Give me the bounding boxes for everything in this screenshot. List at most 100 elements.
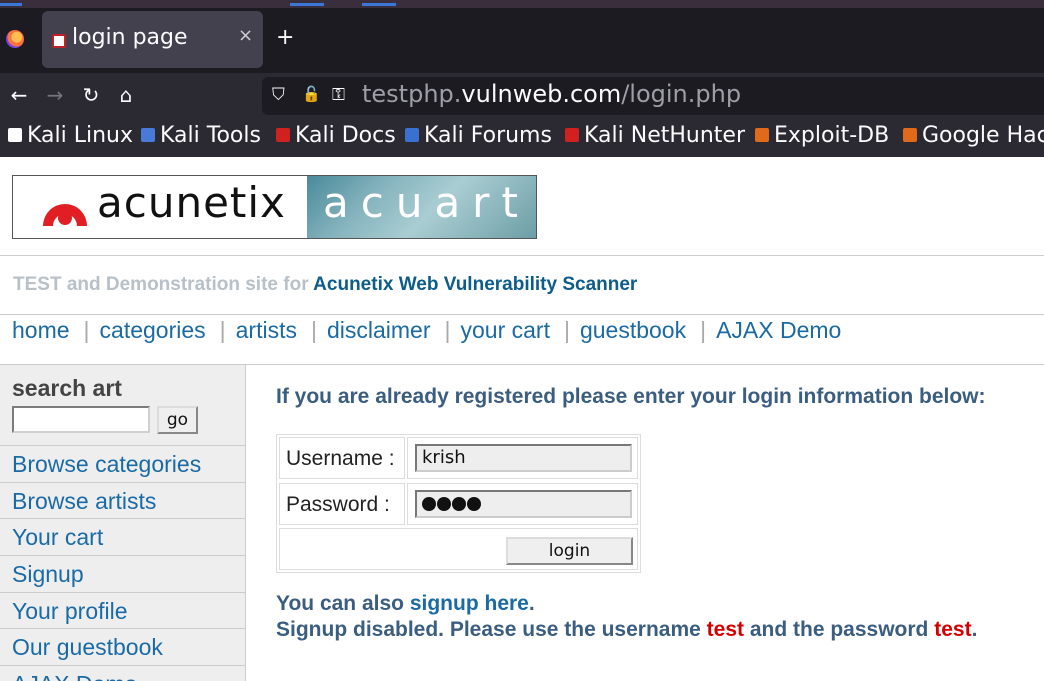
- browser-tab-bar: login page × +: [0, 8, 1044, 73]
- bookmark-label: Kali Tools: [160, 123, 261, 148]
- menu-separator: |: [219, 317, 226, 343]
- note-text: .: [971, 618, 978, 641]
- url-path: /login.php: [621, 80, 742, 108]
- forward-button[interactable]: →: [40, 81, 70, 111]
- note-text: and the password: [744, 618, 935, 641]
- bookmark-kali-nethunter[interactable]: Kali NetHunter: [565, 123, 745, 148]
- menu-ajax-demo[interactable]: AJAX Demo: [716, 317, 841, 343]
- login-form: Username : krish Password : login: [276, 434, 641, 573]
- search-art-title: search art: [12, 375, 122, 401]
- password-label-cell: Password :: [279, 483, 405, 525]
- signup-disabled-note: Signup disabled. Please use the username…: [276, 618, 977, 642]
- bookmark-kali-forums[interactable]: Kali Forums: [405, 123, 552, 148]
- username-field[interactable]: krish: [415, 444, 632, 472]
- bookmark-label: Kali NetHunter: [584, 123, 745, 148]
- reload-button[interactable]: ↻: [76, 81, 106, 111]
- kali-forums-icon: [405, 128, 419, 142]
- login-button[interactable]: login: [506, 537, 633, 565]
- url-domain: vulnweb.com: [461, 80, 622, 108]
- search-input[interactable]: [12, 406, 150, 433]
- web-page: acunetix acuart TEST and Demonstration s…: [0, 157, 1044, 681]
- menu-disclaimer[interactable]: disclaimer: [327, 317, 431, 343]
- signup-note: You can also signup here.: [276, 592, 535, 616]
- kali-dragon-icon: [8, 128, 22, 142]
- menu-separator: |: [700, 317, 707, 343]
- address-bar[interactable]: ⛉ 🔓 ⚿ testphp.vulnweb.com/login.php: [262, 77, 1044, 115]
- password-dot: [467, 497, 481, 511]
- username-input-cell: krish: [407, 437, 638, 479]
- bookmark-kali-docs[interactable]: Kali Docs: [276, 123, 396, 148]
- insecure-lock-icon[interactable]: 🔓: [302, 85, 321, 103]
- back-button[interactable]: ←: [4, 81, 34, 111]
- browser-nav-bar: ← → ↻ ⌂ ⛉ 🔓 ⚿ testphp.vulnweb.com/login.…: [0, 73, 1044, 119]
- signup-note-prefix: You can also: [276, 592, 410, 615]
- desktop-top-strip: [0, 0, 1044, 8]
- top-menu: home | categories | artists | disclaimer | your …: [12, 317, 841, 344]
- taskbar-indicator: [0, 3, 22, 6]
- bookmark-exploit-db[interactable]: Exploit-DB: [755, 123, 889, 148]
- tab-login-page[interactable]: login page ×: [42, 11, 263, 68]
- sidebar-item-browse-categories[interactable]: Browse categories: [0, 445, 246, 481]
- new-tab-button[interactable]: +: [276, 25, 294, 50]
- sidebar-item-browse-artists[interactable]: Browse artists: [0, 482, 246, 518]
- sidebar-item-your-profile[interactable]: Your profile: [0, 592, 246, 628]
- acuart-logo: acuart: [307, 176, 536, 238]
- login-heading: If you are already registered please ent…: [276, 385, 986, 408]
- divider: [0, 314, 1044, 315]
- menu-categories[interactable]: categories: [100, 317, 206, 343]
- site-tagline: TEST and Demonstration site for Acunetix…: [13, 274, 637, 296]
- username-label-cell: Username :: [279, 437, 405, 479]
- acunetix-logo: acunetix: [13, 176, 307, 238]
- bookmark-kali-linux[interactable]: Kali Linux: [8, 123, 133, 148]
- home-button[interactable]: ⌂: [111, 81, 141, 111]
- menu-home[interactable]: home: [12, 317, 70, 343]
- menu-your-cart[interactable]: your cart: [460, 317, 549, 343]
- note-text: Signup disabled. Please use the username: [276, 618, 707, 641]
- go-button[interactable]: go: [157, 406, 198, 434]
- password-dot: [437, 497, 451, 511]
- bookmark-label: Google Hac: [922, 123, 1044, 148]
- sidebar-item-signup[interactable]: Signup: [0, 555, 246, 591]
- sidebar-item-ajax-demo[interactable]: AJAX Demo: [0, 665, 246, 681]
- bookmark-google-hacking[interactable]: Google Hac: [903, 123, 1044, 148]
- key-icon[interactable]: ⚿: [332, 85, 345, 105]
- url-text[interactable]: testphp.vulnweb.com/login.php: [362, 80, 741, 108]
- acunetix-favicon-icon: [52, 34, 66, 48]
- sidebar: search art go Browse categories Browse a…: [0, 365, 246, 681]
- password-field[interactable]: [415, 490, 632, 518]
- tagline-product-link[interactable]: Acunetix Web Vulnerability Scanner: [313, 274, 637, 295]
- bookmark-kali-tools[interactable]: Kali Tools: [141, 123, 261, 148]
- menu-guestbook[interactable]: guestbook: [580, 317, 686, 343]
- exploit-db-icon: [755, 128, 769, 142]
- menu-artists[interactable]: artists: [236, 317, 297, 343]
- close-icon[interactable]: ×: [238, 25, 253, 46]
- acunetix-logo-mark-icon: [43, 204, 87, 226]
- signup-note-suffix: .: [528, 592, 535, 615]
- password-dot: [422, 497, 436, 511]
- shield-icon[interactable]: ⛉: [272, 85, 285, 105]
- tab-title: login page: [72, 25, 188, 50]
- kali-tools-icon: [141, 128, 155, 142]
- divider: [0, 255, 1044, 256]
- firefox-icon[interactable]: [6, 30, 24, 48]
- bookmark-label: Exploit-DB: [774, 123, 890, 148]
- site-logo-banner[interactable]: acunetix acuart: [12, 175, 537, 239]
- test-password-value: test: [934, 618, 972, 641]
- password-label: Password :: [286, 493, 390, 516]
- signup-here-link[interactable]: signup here: [410, 592, 529, 615]
- sidebar-item-your-cart[interactable]: Your cart: [0, 518, 246, 554]
- taskbar-indicator: [290, 3, 324, 6]
- logo-acunetix-word: acunetix: [97, 178, 286, 227]
- menu-separator: |: [83, 317, 90, 343]
- username-label: Username :: [286, 447, 395, 470]
- sidebar-item-our-guestbook[interactable]: Our guestbook: [0, 628, 246, 664]
- bookmark-label: Kali Linux: [27, 123, 134, 148]
- menu-separator: |: [563, 317, 570, 343]
- tagline-prefix: TEST and Demonstration site for: [13, 274, 314, 295]
- taskbar-indicator: [362, 3, 396, 6]
- kali-docs-icon: [276, 128, 290, 142]
- test-username-value: test: [706, 618, 745, 641]
- exploit-db-icon: [903, 128, 917, 142]
- menu-separator: |: [310, 317, 317, 343]
- logo-acuart-word: acuart: [323, 178, 530, 227]
